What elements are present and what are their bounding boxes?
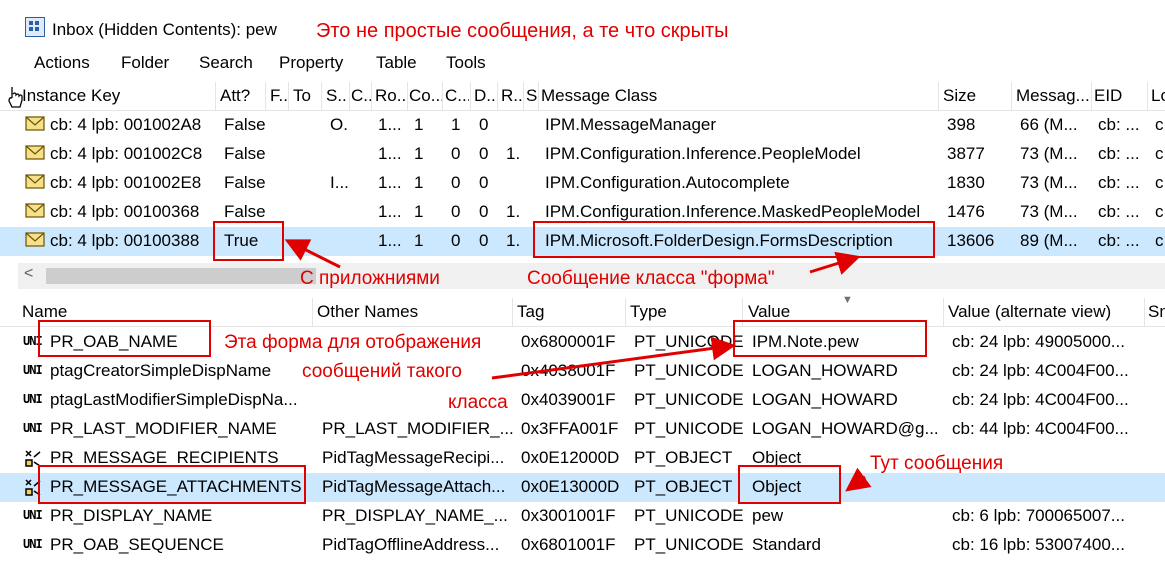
- annotation-messages-here: Тут сообщения: [870, 453, 1004, 474]
- annotation-form-display-3: класса: [448, 392, 508, 413]
- arrow-to-object: [845, 467, 872, 492]
- annotation-form-class: Сообщение класса "форма": [527, 268, 775, 289]
- annotation-attachments: С приложниями: [300, 268, 440, 289]
- arrow-to-att: [284, 239, 341, 269]
- hand-cursor-icon: [8, 87, 23, 108]
- arrow-to-value: [491, 336, 736, 380]
- annotation-form-display-1: Эта форма для отображения: [224, 332, 482, 353]
- arrow-to-class: [809, 251, 861, 275]
- annotation-form-display-2: сообщений такого: [302, 361, 462, 382]
